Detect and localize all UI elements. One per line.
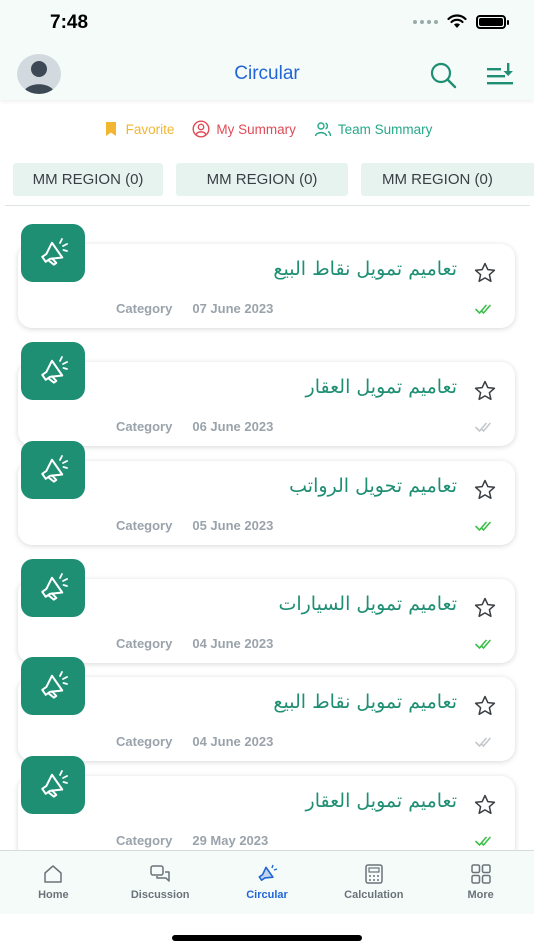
tab-circular[interactable]: Circular (214, 851, 321, 914)
double-check-icon (475, 836, 491, 847)
status-bar: 7:48 (0, 0, 534, 48)
region-filter-row: MM REGION (0) MM REGION (0) MM REGION (0… (0, 163, 534, 197)
circular-title: تعاميم تحويل الرواتب (289, 475, 457, 497)
signal-dots-icon (413, 19, 438, 24)
megaphone-icon (41, 671, 68, 699)
megaphone-badge (21, 342, 85, 400)
tab-favorite[interactable]: Favorite (102, 120, 175, 138)
circular-card[interactable]: تعاميم تمويل السيارات Category 04 June 2… (18, 579, 515, 663)
home-icon (44, 865, 63, 883)
circular-title: تعاميم تمويل السيارات (278, 593, 457, 615)
megaphone-badge (21, 756, 85, 814)
circular-meta: Category 06 June 2023 (116, 419, 273, 434)
tab-my-summary[interactable]: My Summary (192, 120, 296, 138)
divider (5, 205, 530, 206)
calculator-icon (365, 864, 383, 884)
tab-label: Circular (246, 889, 288, 901)
circular-category: Category (116, 833, 173, 848)
tab-discussion[interactable]: Discussion (107, 851, 214, 914)
circular-card[interactable]: تعاميم تمويل نقاط البيع Category 07 June… (18, 244, 515, 328)
tab-favorite-label: Favorite (125, 121, 175, 137)
tab-more[interactable]: More (427, 851, 534, 914)
megaphone-badge (21, 224, 85, 282)
star-favorite-icon[interactable] (473, 478, 497, 502)
circular-meta: Category 29 May 2023 (116, 833, 268, 848)
tab-label: Calculation (344, 889, 404, 901)
tab-calculation[interactable]: Calculation (320, 851, 427, 914)
circular-date: 04 June 2023 (192, 636, 274, 651)
tab-label: More (467, 889, 494, 901)
megaphone-badge (21, 559, 85, 617)
person-circle-icon (192, 120, 210, 138)
tab-team-summary[interactable]: Team Summary (314, 120, 433, 138)
circular-title: تعاميم تمويل نقاط البيع (273, 258, 457, 280)
circular-list: تعاميم تمويل نقاط البيع Category 07 June… (0, 210, 534, 850)
circular-category: Category (116, 301, 173, 316)
tab-team-summary-label: Team Summary (337, 121, 433, 137)
circular-card[interactable]: تعاميم تحويل الرواتب Category 05 June 20… (18, 461, 515, 545)
circular-category: Category (116, 734, 173, 749)
megaphone-icon (41, 770, 68, 798)
region-chip-label: MM REGION (0) (382, 171, 493, 188)
app-header: Circular (0, 48, 534, 100)
circular-date: 04 June 2023 (192, 734, 274, 749)
circular-card[interactable]: تعاميم تمويل نقاط البيع Category 04 June… (18, 677, 515, 761)
status-icons (413, 14, 509, 29)
circular-category: Category (116, 636, 173, 651)
double-check-icon (475, 639, 491, 650)
region-chip-label: MM REGION (0) (206, 171, 318, 188)
bottom-tab-bar: Home Discussion Circular Calculation More (0, 850, 534, 914)
megaphone-icon (41, 238, 68, 266)
tab-my-summary-label: My Summary (216, 121, 296, 137)
megaphone-icon (41, 573, 68, 601)
megaphone-icon (258, 864, 278, 882)
circular-date: 05 June 2023 (192, 518, 274, 533)
megaphone-badge (21, 441, 85, 499)
battery-icon (476, 14, 509, 29)
chat-bubbles-icon (150, 865, 170, 882)
circular-meta: Category 04 June 2023 (116, 734, 273, 749)
star-favorite-icon[interactable] (473, 261, 497, 285)
star-favorite-icon[interactable] (473, 793, 497, 817)
star-favorite-icon[interactable] (473, 379, 497, 403)
region-chip[interactable]: MM REGION (0) (13, 163, 163, 196)
grid-icon (470, 864, 491, 884)
circular-date: 29 May 2023 (192, 833, 269, 848)
circular-card[interactable]: تعاميم تمويل العقار Category 29 May 2023 (18, 776, 515, 850)
double-check-icon (475, 737, 491, 748)
circular-meta: Category 04 June 2023 (116, 636, 273, 651)
circular-title: تعاميم تمويل العقار (305, 376, 457, 398)
circular-category: Category (116, 419, 173, 434)
star-favorite-icon[interactable] (473, 596, 497, 620)
circular-meta: Category 07 June 2023 (116, 301, 273, 316)
megaphone-icon (41, 356, 68, 384)
circular-title: تعاميم تمويل نقاط البيع (273, 691, 457, 713)
double-check-icon (475, 521, 491, 532)
tab-label: Discussion (130, 889, 190, 901)
circular-date: 06 June 2023 (192, 419, 274, 434)
region-chip[interactable]: MM REGION (0) (176, 163, 348, 196)
home-indicator (172, 935, 362, 941)
star-favorite-icon[interactable] (473, 694, 497, 718)
circular-category: Category (116, 518, 173, 533)
bookmark-icon (105, 122, 116, 136)
region-chip[interactable]: MM REGION (0) (361, 163, 534, 196)
double-check-icon (475, 304, 491, 315)
circular-card[interactable]: تعاميم تمويل العقار Category 06 June 202… (18, 362, 515, 446)
circular-meta: Category 05 June 2023 (116, 518, 273, 533)
status-time: 7:48 (50, 12, 89, 33)
double-check-icon (475, 422, 491, 433)
circular-date: 07 June 2023 (192, 301, 274, 316)
tab-label: Home (38, 889, 69, 901)
tab-home[interactable]: Home (0, 851, 107, 914)
wifi-icon (447, 14, 467, 28)
search-icon[interactable] (428, 60, 458, 90)
megaphone-badge (21, 657, 85, 715)
sort-download-icon[interactable] (485, 61, 515, 89)
summary-tabs: Favorite My Summary Team Summary (0, 116, 534, 142)
team-icon (314, 122, 332, 137)
circular-title: تعاميم تمويل العقار (305, 790, 457, 812)
region-chip-label: MM REGION (0) (32, 171, 144, 188)
megaphone-icon (41, 455, 68, 483)
